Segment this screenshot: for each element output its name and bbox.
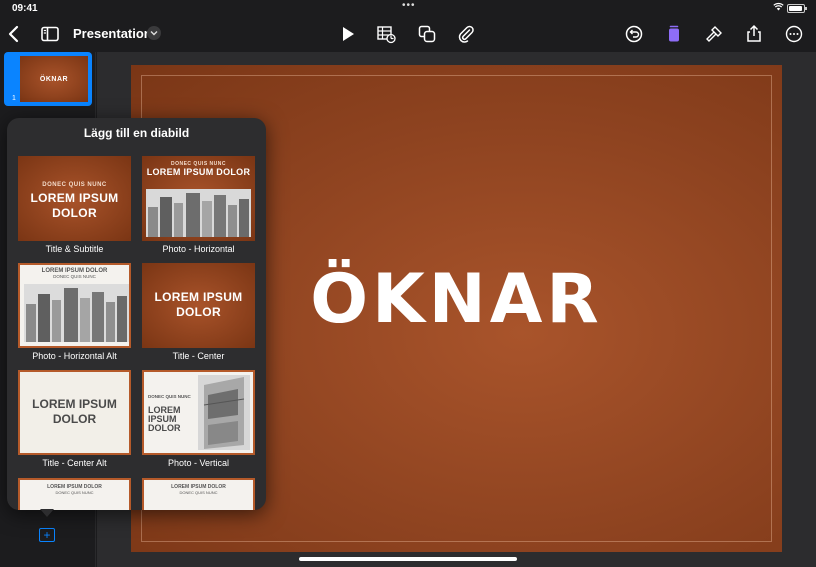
layout-title-center[interactable]: LOREM IPSUM DOLOR Title - Center xyxy=(142,263,255,361)
preview-caption: DONEC QUIS NUNC xyxy=(55,490,94,495)
preview-title-line: DOLOR xyxy=(52,412,97,426)
preview-title-line: LOREM IPSUM DOLOR xyxy=(146,167,251,177)
share-icon[interactable] xyxy=(742,22,766,46)
slide-number: 1 xyxy=(12,95,16,102)
preview-title-line: DOLOR xyxy=(148,423,181,433)
wifi-icon xyxy=(773,2,784,14)
add-slide-button[interactable]: + xyxy=(39,528,55,542)
sidebar-toggle-icon[interactable] xyxy=(38,22,62,46)
layout-label: Title & Subtitle xyxy=(45,244,104,254)
preview-caption: DONEC QUIS NUNC xyxy=(179,490,218,495)
preview-title-line: DOLOR xyxy=(52,206,97,220)
layout-preview: LOREM IPSUM DOLOR DONEC QUIS NUNC xyxy=(142,478,255,510)
preview-subtitle: DONEC QUIS NUNC xyxy=(42,182,107,188)
document-title[interactable]: Presentation xyxy=(73,26,152,41)
layout-photo-horizontal[interactable]: DONEC QUIS NUNC LOREM IPSUM DOLOR Photo … xyxy=(142,156,255,254)
city-photo-icon xyxy=(24,284,129,342)
status-time: 09:41 xyxy=(12,3,38,14)
layout-photo-vertical[interactable]: DONEC QUIS NUNC LOREM IPSUM DOLOR Photo … xyxy=(142,370,255,468)
add-slide-popover: Lägg till en diabild DONEC QUIS NUNC LOR… xyxy=(7,118,266,510)
preview-subtitle: DONEC QUIS NUNC xyxy=(148,394,191,399)
layout-preview: LOREM IPSUM DOLOR xyxy=(18,370,131,455)
home-indicator[interactable] xyxy=(299,557,517,561)
preview-title-line: LOREM IPSUM xyxy=(154,290,243,304)
slide-thumbnail-title: ÖKNAR xyxy=(20,56,88,102)
battery-icon xyxy=(787,4,807,13)
popover-arrow xyxy=(40,509,54,517)
slide-thumbnail-1[interactable]: ÖKNAR 1 xyxy=(4,52,92,106)
attach-icon[interactable] xyxy=(454,22,478,46)
preview-title-line: LOREM IPSUM xyxy=(30,191,119,205)
layout-preview: DONEC QUIS NUNC LOREM IPSUM DOLOR xyxy=(142,370,255,455)
layout-preview: DONEC QUIS NUNC LOREM IPSUM DOLOR xyxy=(142,156,255,241)
toolbar: Presentation xyxy=(0,16,816,52)
layout-preview: LOREM IPSUM DOLOR xyxy=(142,263,255,348)
table-chart-icon[interactable] xyxy=(374,22,398,46)
undo-icon[interactable] xyxy=(622,22,646,46)
layout-label: Photo - Horizontal Alt xyxy=(32,351,117,361)
layout-preview: DONEC QUIS NUNC LOREM IPSUM DOLOR xyxy=(18,156,131,241)
status-bar: 09:41 ••• xyxy=(0,0,816,16)
building-photo-icon xyxy=(198,375,250,450)
tools-icon[interactable] xyxy=(702,22,726,46)
city-photo-icon xyxy=(146,189,251,237)
layout-bullets-partial[interactable]: LOREM IPSUM DOLOR DONEC QUIS NUNC xyxy=(18,478,131,510)
layout-preview: LOREM IPSUM DOLOR DONEC QUIS NUNC xyxy=(18,263,131,348)
layout-preview: LOREM IPSUM DOLOR DONEC QUIS NUNC xyxy=(18,478,131,510)
preview-title-line: DOLOR xyxy=(176,305,221,319)
layout-label: Title - Center Alt xyxy=(42,458,107,468)
more-icon[interactable] xyxy=(782,22,806,46)
layout-label: Photo - Horizontal xyxy=(162,244,235,254)
back-chevron-icon[interactable] xyxy=(2,22,26,46)
format-icon[interactable] xyxy=(662,22,686,46)
preview-caption: DONEC QUIS NUNC xyxy=(53,274,96,279)
shapes-icon[interactable] xyxy=(415,22,439,46)
popover-title: Lägg till en diabild xyxy=(83,126,190,140)
title-menu-chevron-icon[interactable] xyxy=(147,26,161,40)
preview-title-line: LOREM IPSUM xyxy=(32,397,117,411)
layout-photo-horizontal-alt[interactable]: LOREM IPSUM DOLOR DONEC QUIS NUNC Photo … xyxy=(18,263,131,361)
layout-label: Title - Center xyxy=(172,351,225,361)
play-icon[interactable] xyxy=(336,22,360,46)
layout-title-subtitle[interactable]: DONEC QUIS NUNC LOREM IPSUM DOLOR Title … xyxy=(18,156,131,254)
layout-title-center-alt[interactable]: LOREM IPSUM DOLOR Title - Center Alt xyxy=(18,370,131,468)
layout-label: Photo - Vertical xyxy=(167,458,230,468)
layout-title-bullets-partial[interactable]: LOREM IPSUM DOLOR DONEC QUIS NUNC xyxy=(142,478,255,510)
multitasking-dots[interactable]: ••• xyxy=(402,0,416,11)
